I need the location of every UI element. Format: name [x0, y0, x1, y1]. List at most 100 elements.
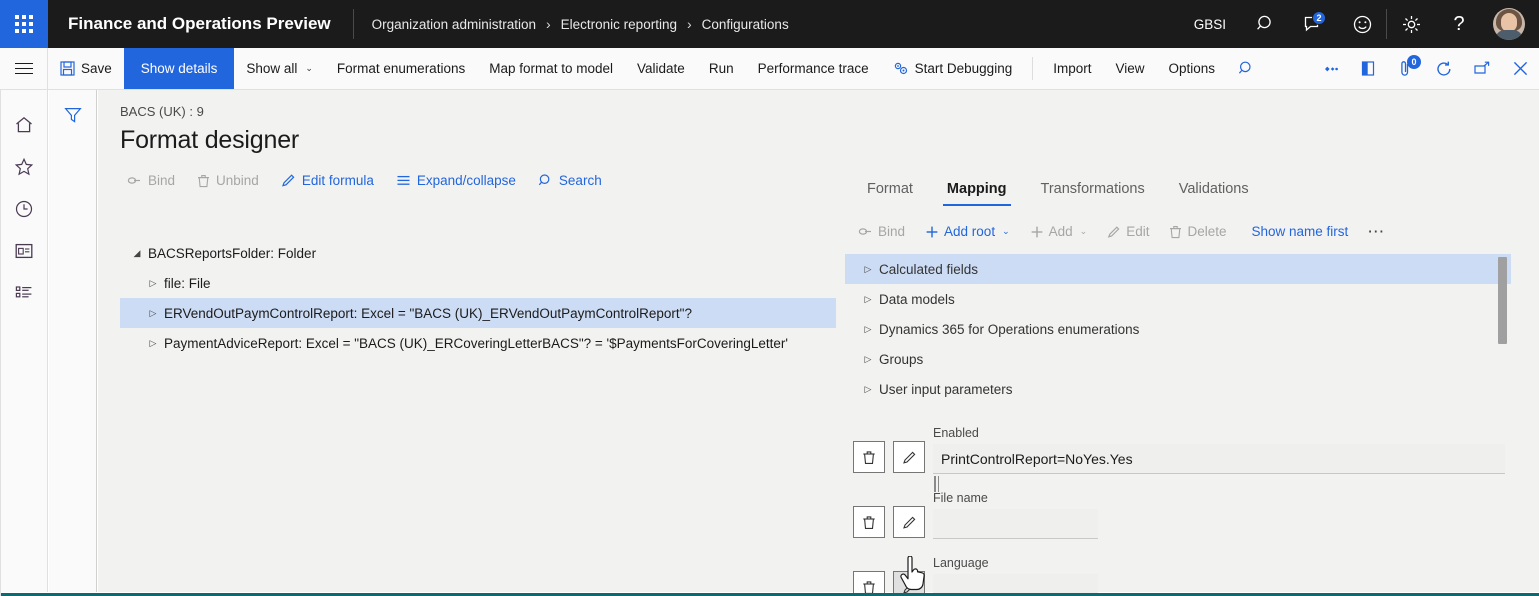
bind-link-icon — [858, 225, 873, 238]
close-button[interactable] — [1501, 48, 1539, 89]
notifications-badge: 2 — [1312, 11, 1326, 25]
mapping-overflow-button[interactable]: ⋯ — [1359, 222, 1394, 242]
home-button[interactable] — [0, 104, 48, 146]
tab-mapping-label: Mapping — [947, 181, 1007, 197]
validate-button[interactable]: Validate — [625, 48, 697, 89]
format-search-button[interactable]: Search — [528, 169, 612, 192]
mapping-bind-button[interactable]: Bind — [849, 220, 914, 243]
breadcrumb-item-configurations[interactable]: Configurations — [702, 17, 789, 32]
delete-file-name-button[interactable] — [853, 506, 885, 538]
recent-button[interactable] — [0, 188, 48, 230]
mapping-tree-row[interactable]: ▷ User input parameters — [845, 374, 1511, 404]
attachments-button[interactable]: 0 — [1387, 48, 1425, 89]
collapsed-caret-icon[interactable]: ▷ — [142, 308, 164, 319]
global-search-button[interactable] — [1242, 0, 1290, 48]
enabled-input[interactable] — [933, 444, 1505, 474]
settings-button[interactable] — [1387, 0, 1435, 48]
tab-transformations[interactable]: Transformations — [1024, 175, 1162, 206]
chevron-down-icon[interactable]: ⌄ — [1002, 226, 1010, 237]
modules-button[interactable] — [0, 272, 48, 314]
notifications-button[interactable]: 2 — [1290, 0, 1338, 48]
map-format-to-model-button[interactable]: Map format to model — [477, 48, 625, 89]
tab-transformations-label: Transformations — [1041, 181, 1145, 197]
tree-row[interactable]: ◢ BACSReportsFolder: Folder — [120, 238, 836, 268]
expand-collapse-lines-icon — [396, 174, 411, 187]
workspaces-icon — [14, 242, 34, 260]
tree-row[interactable]: ▷ ERVendOutPaymControlReport: Excel = "B… — [120, 298, 836, 328]
refresh-button[interactable] — [1425, 48, 1463, 89]
performance-trace-button[interactable]: Performance trace — [746, 48, 881, 89]
mapping-add-button[interactable]: Add ⌄ — [1021, 220, 1097, 243]
mapping-tree-row[interactable]: ▷ Data models — [845, 284, 1511, 314]
reading-view-button[interactable] — [1349, 48, 1387, 89]
run-button[interactable]: Run — [697, 48, 746, 89]
mapping-tree-row[interactable]: ▷ Groups — [845, 344, 1511, 374]
format-expand-collapse-button[interactable]: Expand/collapse — [386, 169, 526, 192]
show-details-button[interactable]: Show details — [124, 48, 235, 89]
collapsed-caret-icon[interactable]: ▷ — [857, 384, 879, 395]
personalize-button[interactable] — [1311, 48, 1349, 89]
chevron-right-icon: › — [687, 16, 692, 32]
help-button[interactable]: ? — [1435, 0, 1483, 48]
save-button[interactable]: Save — [48, 48, 124, 89]
app-launcher-button[interactable] — [0, 0, 48, 48]
edit-file-name-button[interactable] — [893, 506, 925, 538]
favorites-button[interactable] — [0, 146, 48, 188]
topbar-actions: GBSI 2 — [1178, 0, 1539, 48]
collapsed-caret-icon[interactable]: ▷ — [857, 294, 879, 305]
open-in-new-window-button[interactable] — [1463, 48, 1501, 89]
command-bar: Save Show details Show all ⌄ Format enum… — [0, 48, 1539, 90]
delete-enabled-button[interactable] — [853, 441, 885, 473]
mapping-panel: Format Mapping Transformations Validatio… — [845, 90, 1539, 592]
mapping-tree-row[interactable]: ▷ Dynamics 365 for Operations enumeratio… — [845, 314, 1511, 344]
format-enumerations-button[interactable]: Format enumerations — [325, 48, 477, 89]
edit-enabled-button[interactable] — [893, 441, 925, 473]
view-button[interactable]: View — [1103, 48, 1156, 89]
mapping-tree-row[interactable]: ▷ Calculated fields — [845, 254, 1511, 284]
expanded-caret-icon[interactable]: ◢ — [126, 248, 148, 259]
feedback-button[interactable] — [1338, 0, 1386, 48]
unbind-trash-icon — [197, 174, 210, 188]
navigation-menu-button[interactable] — [0, 48, 48, 89]
format-unbind-button[interactable]: Unbind — [187, 169, 269, 192]
file-name-input[interactable] — [933, 509, 1098, 539]
chevron-down-icon[interactable]: ⌄ — [1080, 226, 1088, 237]
collapsed-caret-icon[interactable]: ▷ — [857, 264, 879, 275]
format-edit-formula-button[interactable]: Edit formula — [271, 169, 384, 192]
field-label-enabled: Enabled — [933, 426, 1539, 440]
mapping-edit-button[interactable]: Edit — [1098, 220, 1158, 243]
help-question-icon: ? — [1453, 13, 1464, 36]
company-selector[interactable]: GBSI — [1178, 17, 1242, 32]
mapping-tree-scrollbar[interactable] — [1498, 257, 1507, 344]
options-button[interactable]: Options — [1157, 48, 1228, 89]
tab-mapping[interactable]: Mapping — [930, 175, 1024, 206]
breadcrumb-item-organization-administration[interactable]: Organization administration — [372, 17, 536, 32]
tree-row[interactable]: ▷ PaymentAdviceReport: Excel = "BACS (UK… — [120, 328, 836, 358]
show-details-label: Show details — [141, 61, 218, 76]
avatar[interactable] — [1493, 8, 1525, 40]
mapping-add-root-button[interactable]: Add root ⌄ — [916, 220, 1019, 243]
tree-row[interactable]: ▷ file: File — [120, 268, 836, 298]
tab-validations[interactable]: Validations — [1162, 175, 1266, 206]
start-debugging-button[interactable]: Start Debugging — [881, 48, 1025, 89]
workspaces-button[interactable] — [0, 230, 48, 272]
mapping-tree: ▷ Calculated fields ▷ Data models ▷ Dyna… — [845, 254, 1539, 404]
mapping-delete-button[interactable]: Delete — [1160, 220, 1235, 243]
delete-trash-icon — [862, 515, 876, 530]
options-label: Options — [1169, 61, 1216, 76]
format-bind-button[interactable]: Bind — [117, 169, 185, 192]
breadcrumb-item-electronic-reporting[interactable]: Electronic reporting — [561, 17, 677, 32]
collapsed-caret-icon[interactable]: ▷ — [142, 278, 164, 289]
collapsed-caret-icon[interactable]: ▷ — [857, 354, 879, 365]
filter-button[interactable] — [58, 100, 88, 130]
show-all-button[interactable]: Show all ⌄ — [234, 48, 325, 89]
tab-format[interactable]: Format — [850, 175, 930, 206]
mapping-delete-label: Delete — [1187, 224, 1226, 239]
validate-label: Validate — [637, 61, 685, 76]
format-tree: ◢ BACSReportsFolder: Folder ▷ file: File… — [120, 238, 836, 583]
filter-search-button[interactable] — [1227, 48, 1265, 89]
mapping-show-name-first-button[interactable]: Show name first — [1238, 220, 1358, 243]
collapsed-caret-icon[interactable]: ▷ — [142, 338, 164, 349]
import-button[interactable]: Import — [1041, 48, 1103, 89]
collapsed-caret-icon[interactable]: ▷ — [857, 324, 879, 335]
